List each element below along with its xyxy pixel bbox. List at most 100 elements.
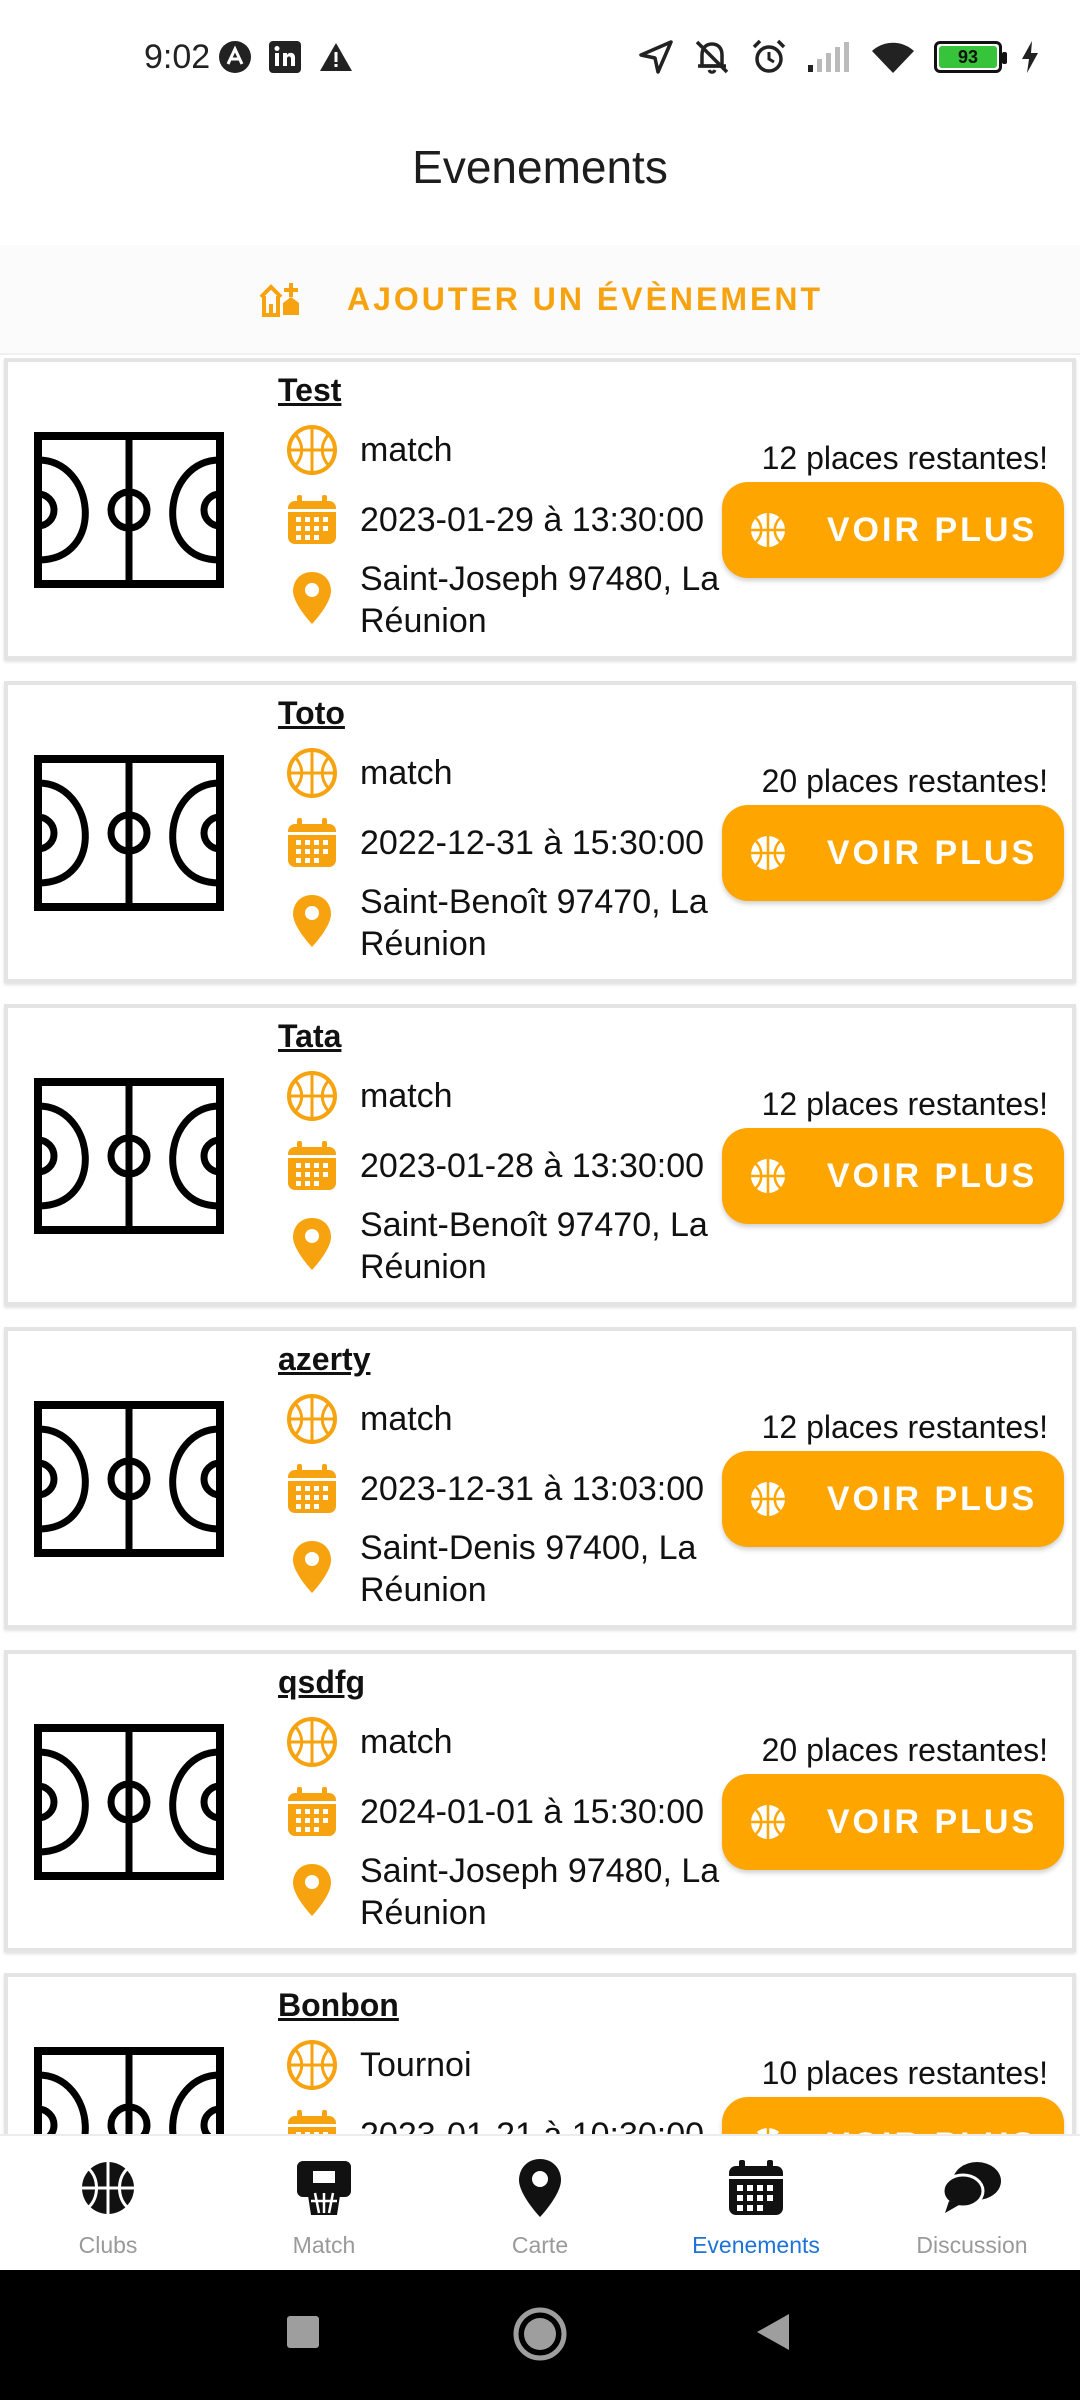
event-type: Tournoi	[360, 2046, 472, 2084]
event-type-row: match	[284, 745, 453, 801]
event-datetime: 2023-01-29 à 13:30:00	[360, 501, 705, 539]
battery-indicator: 93	[934, 41, 1007, 73]
basketball-icon	[284, 422, 340, 478]
basketball-icon	[750, 513, 785, 547]
event-card: Bonbon Tournoi 2023-01-21 à 10:30:00 10 …	[4, 1973, 1076, 2134]
event-date-row: 2024-01-01 à 15:30:00	[284, 1784, 704, 1840]
event-title[interactable]: Test	[278, 372, 341, 409]
back-button-icon[interactable]	[755, 2312, 791, 2352]
calendar-icon	[284, 815, 340, 871]
event-location-row: Saint-Joseph 97480, La Réunion	[284, 1850, 740, 1934]
status-icons-right: 93	[638, 38, 1040, 76]
battery-level: 93	[939, 46, 997, 68]
basketball-court-icon	[34, 1078, 224, 1234]
basketball-icon	[284, 745, 340, 801]
basketball-court-icon	[34, 755, 224, 911]
event-datetime: 2023-01-21 à 10:30:00	[360, 2114, 704, 2134]
basketball-icon	[750, 1482, 785, 1516]
event-card: Toto match 2022-12-31 à 15:30:00 Saint-B…	[4, 681, 1076, 983]
event-location: Saint-Benoît 97470, La Réunion	[360, 1206, 708, 1286]
event-location: Saint-Joseph 97480, La Réunion	[360, 1852, 720, 1932]
voir-plus-label: VOIR PLUS	[826, 1802, 1038, 1841]
nav-item-carte[interactable]: Carte	[432, 2136, 648, 2270]
event-location-row: Saint-Benoît 97470, La Réunion	[284, 1204, 740, 1288]
page-title: Evenements	[412, 141, 668, 193]
event-datetime: 2024-01-01 à 15:30:00	[360, 1793, 705, 1831]
nav-item-match[interactable]: Match	[216, 2136, 432, 2270]
basketball-icon	[750, 1159, 785, 1193]
event-type: match	[360, 754, 453, 792]
voir-plus-label: VOIR PLUS	[826, 1479, 1038, 1518]
status-icons-left	[218, 40, 354, 74]
places-remaining: 10 places restantes!	[761, 2055, 1048, 2091]
calendar-icon	[284, 1461, 340, 1517]
muted-bell-icon	[695, 40, 729, 74]
event-datetime: 2023-01-28 à 13:30:00	[360, 1147, 705, 1185]
event-title[interactable]: azerty	[278, 1341, 371, 1378]
map-pin-icon	[508, 2156, 572, 2220]
event-location-row: Saint-Benoît 97470, La Réunion	[284, 881, 740, 965]
map-pin-icon	[284, 570, 340, 626]
places-remaining: 20 places restantes!	[761, 763, 1048, 799]
basketball-icon	[750, 836, 785, 870]
chat-icon	[940, 2156, 1004, 2220]
event-date-row: 2023-12-31 à 13:03:00	[284, 1461, 704, 1517]
event-card: Test match 2023-01-29 à 13:30:00 Saint-J…	[4, 358, 1076, 660]
nav-item-discussion[interactable]: Discussion	[864, 2136, 1080, 2270]
event-title[interactable]: Tata	[278, 1018, 341, 1055]
map-pin-icon	[284, 1862, 340, 1918]
event-type: match	[360, 1077, 453, 1115]
basketball-court-icon	[34, 1401, 224, 1557]
event-location: Saint-Joseph 97480, La Réunion	[360, 560, 720, 640]
map-pin-icon	[284, 893, 340, 949]
places-remaining: 12 places restantes!	[761, 1409, 1048, 1445]
voir-plus-button[interactable]: VOIR PLUS	[722, 1128, 1064, 1224]
basketball-icon	[284, 2037, 340, 2093]
voir-plus-button[interactable]: VOIR PLUS	[722, 1451, 1064, 1547]
event-datetime: 2023-12-31 à 13:03:00	[360, 1470, 705, 1508]
event-type-row: match	[284, 1391, 453, 1447]
event-location-row: Saint-Joseph 97480, La Réunion	[284, 558, 740, 642]
home-button-icon[interactable]	[512, 2306, 568, 2362]
event-datetime: 2022-12-31 à 15:30:00	[360, 824, 705, 862]
nav-label-carte: Carte	[511, 2232, 569, 2258]
voir-plus-button[interactable]: VOIR PLUS	[722, 805, 1064, 901]
app-notification-icon	[219, 41, 251, 73]
event-type: match	[360, 431, 453, 469]
add-home-icon	[259, 283, 299, 317]
event-list[interactable]: Test match 2023-01-29 à 13:30:00 Saint-J…	[0, 358, 1080, 2134]
places-remaining: 20 places restantes!	[761, 1732, 1048, 1768]
event-location: Saint-Denis 97400, La Réunion	[360, 1529, 697, 1609]
add-event-button[interactable]: AJOUTER UN ÉVÈNEMENT	[0, 245, 1080, 355]
event-location: Saint-Benoît 97470, La Réunion	[360, 883, 708, 963]
basketball-court-icon	[34, 432, 224, 588]
places-remaining: 12 places restantes!	[761, 440, 1048, 476]
warning-icon	[320, 43, 352, 71]
voir-plus-button[interactable]: VOIR PLUS	[722, 2097, 1064, 2134]
voir-plus-label: VOIR PLUS	[826, 1156, 1038, 1195]
event-type-row: match	[284, 422, 453, 478]
event-title[interactable]: qsdfg	[278, 1664, 365, 1701]
system-nav-bar	[0, 2270, 1080, 2400]
places-remaining: 12 places restantes!	[761, 1086, 1048, 1122]
event-card: qsdfg match 2024-01-01 à 15:30:00 Saint-…	[4, 1650, 1076, 1952]
event-title[interactable]: Toto	[278, 695, 345, 732]
map-pin-icon	[284, 1216, 340, 1272]
voir-plus-button[interactable]: VOIR PLUS	[722, 482, 1064, 578]
event-title[interactable]: Bonbon	[278, 1987, 399, 2024]
voir-plus-button[interactable]: VOIR PLUS	[722, 1774, 1064, 1870]
basketball-icon	[284, 1714, 340, 1770]
basketball-court-icon	[34, 2047, 224, 2134]
alarm-icon	[752, 39, 786, 73]
calendar-icon	[724, 2156, 788, 2220]
voir-plus-label: VOIR PLUS	[826, 510, 1038, 549]
event-type: match	[360, 1400, 453, 1438]
nav-item-evenements[interactable]: Evenements	[648, 2136, 864, 2270]
voir-plus-label: VOIR PLUS	[826, 833, 1038, 872]
nav-item-clubs[interactable]: Clubs	[0, 2136, 216, 2270]
hoop-icon	[292, 2156, 356, 2220]
event-date-row: 2023-01-29 à 13:30:00	[284, 492, 704, 548]
status-bar: 9:02 93	[0, 0, 1080, 120]
recents-button-icon[interactable]	[285, 2312, 321, 2352]
event-date-row: 2022-12-31 à 15:30:00	[284, 815, 704, 871]
